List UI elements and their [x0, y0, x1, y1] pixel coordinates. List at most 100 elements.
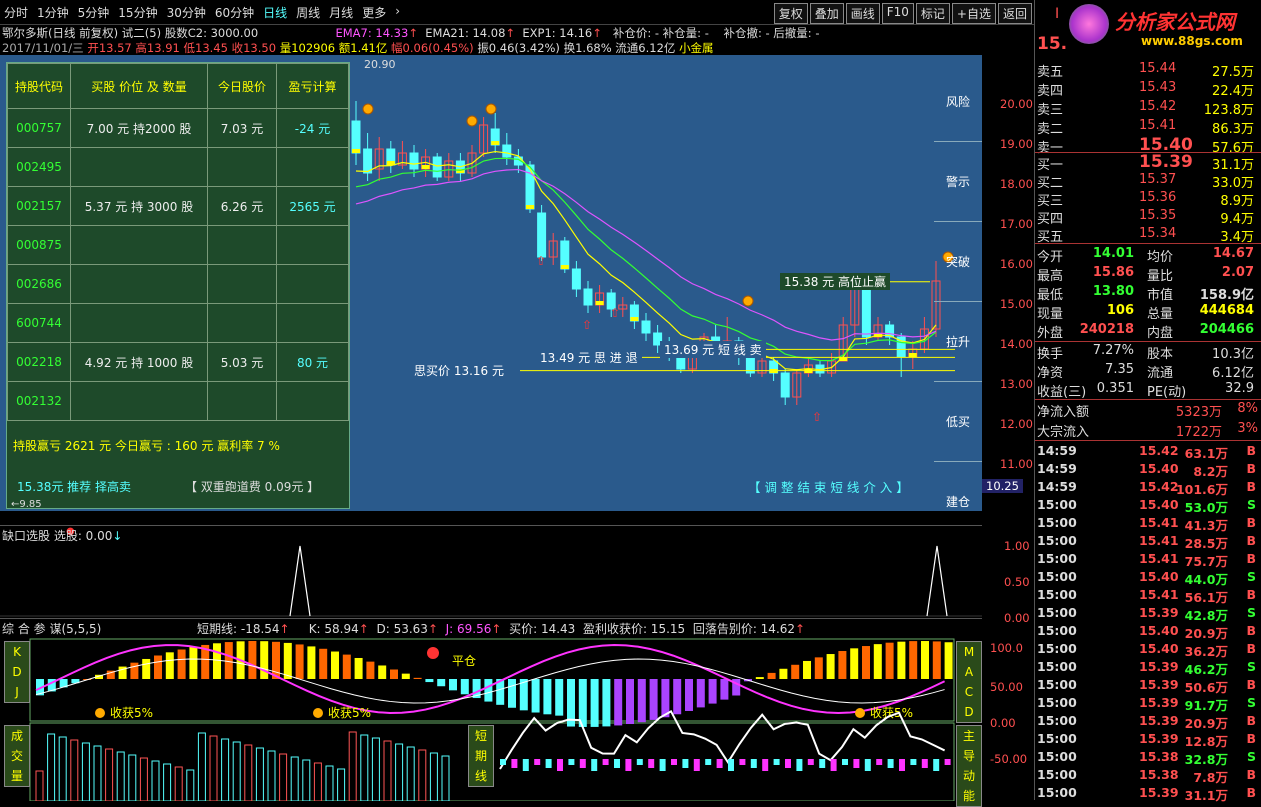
profit-price-value: 盈利收获价: 15.15: [582, 622, 686, 636]
macd-bar: [272, 641, 280, 679]
holding-code[interactable]: 002132: [7, 381, 71, 421]
holding-code[interactable]: 000757: [7, 108, 71, 148]
advisor-tick: 100.0: [990, 641, 1023, 655]
volume-bar: [244, 744, 253, 802]
buy-price-value: 买价: 14.43: [509, 622, 576, 636]
trade-time: 15:00: [1037, 641, 1077, 656]
bid-row[interactable]: 买四 15.35 9.4万: [1035, 207, 1261, 227]
trade-time: 14:59: [1037, 461, 1077, 476]
tool-button-0[interactable]: 复权: [773, 3, 808, 24]
signal-button-0[interactable]: 风险: [934, 62, 982, 142]
gap-tick: 0.50: [1004, 575, 1030, 589]
signal-button-2[interactable]: 突破: [934, 222, 982, 302]
trade-row: 15:00 15.39 12.8万 B: [1035, 730, 1261, 749]
price-tick: 12.00: [1000, 417, 1033, 431]
energy-bar: [636, 759, 643, 765]
stat-label: 均价: [1147, 250, 1174, 265]
stat-value: 204466: [1199, 322, 1254, 337]
trade-price: 15.40: [1139, 461, 1179, 476]
vertical-label-char: 线: [474, 769, 487, 783]
period-tab-8[interactable]: 月线: [329, 4, 353, 21]
trade-side: B: [1246, 713, 1256, 728]
flower-icon: [1069, 4, 1109, 44]
gap-select-title: 缺口选股 选股: 0.00↓: [2, 529, 123, 543]
trade-time: 15:00: [1037, 515, 1077, 530]
ask-row[interactable]: 卖三 15.42 123.8万: [1035, 98, 1261, 118]
energy-bar: [762, 759, 769, 771]
holding-code[interactable]: 002686: [7, 264, 71, 304]
tool-button-4[interactable]: 标记: [915, 3, 950, 24]
vertical-label-char: 导: [962, 749, 975, 763]
flow-percent: 3%: [1237, 421, 1258, 436]
macd-bar: [531, 679, 540, 713]
tool-button-5[interactable]: +自选: [951, 3, 996, 24]
tool-button-6[interactable]: 返回: [997, 3, 1032, 24]
period-tab-6[interactable]: 日线: [263, 4, 287, 21]
more-arrow-icon[interactable]: ›: [395, 4, 400, 21]
trade-price: 15.41: [1139, 551, 1179, 566]
bid-row[interactable]: 买一 15.39 31.1万: [1035, 152, 1261, 173]
j-value: J: 69.56: [445, 622, 492, 636]
period-tab-1[interactable]: 1分钟: [37, 4, 69, 21]
trade-side: B: [1246, 461, 1256, 476]
bid-row[interactable]: 买二 15.37 33.0万: [1035, 171, 1261, 191]
trade-side: S: [1246, 695, 1256, 710]
energy-bar: [500, 759, 506, 765]
holding-code[interactable]: 002495: [7, 147, 71, 187]
ask-row[interactable]: 卖二 15.41 86.3万: [1035, 117, 1261, 137]
signal-ball-icon: [466, 115, 478, 127]
bid-row[interactable]: 买三 15.36 8.9万: [1035, 189, 1261, 209]
period-tab-3[interactable]: 15分钟: [118, 4, 157, 21]
trade-side: B: [1246, 443, 1256, 458]
tool-button-3[interactable]: F10: [881, 3, 914, 24]
macd-bar: [165, 652, 174, 679]
period-tab-2[interactable]: 5分钟: [78, 4, 110, 21]
period-toolbar: 分时 1分钟 5分钟 15分钟 30分钟 60分钟 日线 周线 月线 更多 › 复权 叠加 画线 F10 标…: [0, 0, 1034, 25]
macd-bar: [213, 643, 221, 679]
period-tab-4[interactable]: 30分钟: [167, 4, 206, 21]
stats-separator: [1035, 243, 1261, 244]
macd-bar: [921, 641, 929, 679]
energy-bar: [614, 759, 620, 768]
volume-bar: [232, 741, 241, 802]
energy-bar: [842, 759, 848, 765]
period-tab-5[interactable]: 60分钟: [215, 4, 254, 21]
think-retreat-label: 13.49 元 思 进 退: [536, 349, 642, 366]
advisor-title: 综 合 参 谋(5,5,5): [2, 622, 102, 636]
vertical-label-char: 期: [474, 749, 487, 763]
holding-code[interactable]: 002218: [7, 342, 71, 382]
trade-time: 15:00: [1037, 713, 1077, 728]
holding-price: 6.26 元: [207, 186, 277, 226]
ask-row[interactable]: 卖四 15.43 22.4万: [1035, 79, 1261, 99]
holding-code[interactable]: 002157: [7, 186, 71, 226]
vertical-label-char: D: [12, 665, 22, 679]
tool-button-2[interactable]: 画线: [845, 3, 880, 24]
signal-ball-icon: [485, 103, 497, 115]
signal-button-1[interactable]: 警示: [934, 142, 982, 222]
ask-volume: 86.3万: [1212, 122, 1254, 137]
holding-pnl: [276, 264, 349, 304]
trade-price: 15.39: [1139, 713, 1179, 728]
harvest-label: 收获5%: [328, 706, 371, 720]
bid-price: 15.36: [1139, 190, 1177, 205]
trades-separator: [1035, 440, 1261, 441]
period-tab-0[interactable]: 分时: [4, 4, 28, 21]
macd-bar: [260, 641, 269, 679]
ask-label: 卖三: [1037, 103, 1064, 118]
holding-code[interactable]: 000875: [7, 225, 71, 265]
signal-button-3[interactable]: 拉升: [934, 302, 982, 382]
holding-code[interactable]: 600744: [7, 303, 71, 343]
signal-button-4[interactable]: 低买: [934, 382, 982, 462]
stat-value: 13.80: [1092, 284, 1134, 299]
period-tab-7[interactable]: 周线: [296, 4, 320, 21]
ask-row[interactable]: 卖五 15.44 27.5万: [1035, 60, 1261, 80]
bid-row[interactable]: 买五 15.34 3.4万: [1035, 225, 1261, 245]
macd-bar: [283, 642, 292, 679]
gap-spike: [926, 545, 948, 617]
tool-button-1[interactable]: 叠加: [809, 3, 844, 24]
period-tab-9[interactable]: 更多: [362, 4, 386, 21]
trade-row: 15:00 15.41 56.1万 B: [1035, 586, 1261, 605]
trade-side: S: [1246, 659, 1256, 674]
advisor-header: 综 合 参 谋(5,5,5) 短期线: -18.54↑ K: 58.94↑ D:…: [2, 622, 806, 636]
candle-highlight: [352, 149, 360, 153]
